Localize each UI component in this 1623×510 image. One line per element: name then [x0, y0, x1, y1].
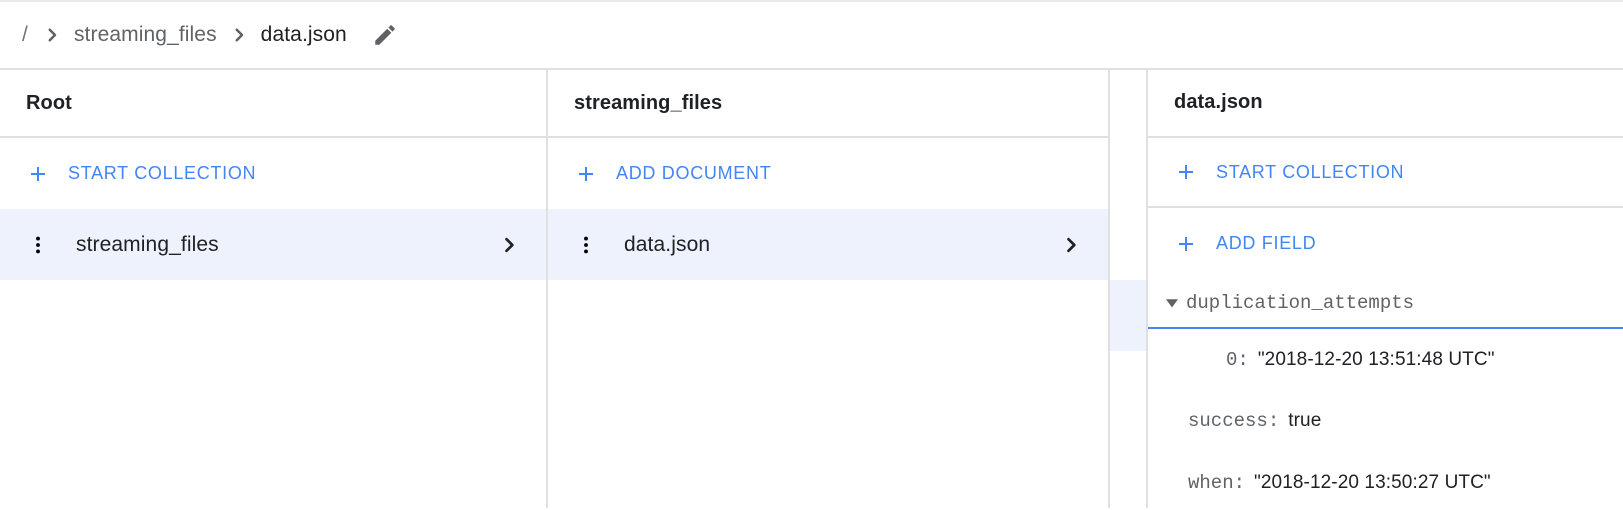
pencil-icon[interactable] — [363, 13, 407, 57]
start-collection-button-root[interactable]: START COLLECTION — [0, 138, 546, 209]
start-collection-label: START COLLECTION — [68, 163, 257, 183]
list-item-streaming-files[interactable]: streaming_files — [0, 209, 546, 280]
document-body: data.json START COLLECTION ADD FIELD dup… — [1146, 70, 1623, 508]
plus-icon — [26, 162, 50, 186]
list-item-data-json[interactable]: data.json — [548, 209, 1108, 280]
add-field-label: ADD FIELD — [1216, 233, 1317, 254]
field-row-array-item-0[interactable]: 0: "2018-12-20 13:51:48 UTC" — [1148, 335, 1623, 385]
plus-icon — [574, 162, 598, 186]
chevron-right-icon[interactable] — [498, 234, 520, 256]
panel-collection: streaming_files ADD DOCUMENT data.json — [546, 70, 1108, 508]
panel-root: Root START COLLECTION streaming_files — [0, 70, 546, 508]
kebab-menu-icon[interactable] — [26, 233, 50, 257]
plus-icon — [1174, 160, 1198, 184]
field-row-when[interactable]: when: "2018-12-20 13:50:27 UTC" — [1148, 458, 1623, 508]
add-field-button[interactable]: ADD FIELD — [1148, 208, 1623, 279]
start-collection-button-document[interactable]: START COLLECTION — [1148, 138, 1623, 209]
field-colon: : — [1267, 410, 1280, 433]
field-value: "2018-12-20 13:51:48 UTC" — [1257, 348, 1495, 370]
kebab-menu-icon[interactable] — [574, 233, 598, 257]
chevron-right-icon — [30, 13, 74, 57]
chevron-right-icon[interactable] — [1060, 234, 1082, 256]
panel-container: Root START COLLECTION streaming_files st… — [0, 70, 1623, 508]
breadcrumb-item-document[interactable]: data.json — [261, 23, 347, 47]
list-item-label: streaming_files — [76, 232, 219, 256]
breadcrumb-root[interactable]: / — [22, 23, 30, 47]
field-row-duplication-attempts[interactable]: duplication_attempts — [1148, 279, 1623, 329]
panel-header-document: data.json — [1148, 70, 1623, 138]
field-colon: : — [1233, 472, 1246, 495]
start-collection-label: START COLLECTION — [1216, 161, 1405, 182]
panel-title: data.json — [1174, 91, 1263, 114]
panel-header-collection: streaming_files — [548, 70, 1108, 138]
selection-indicator — [1110, 280, 1146, 351]
field-key: success — [1188, 410, 1268, 433]
panel-header-root: Root — [0, 70, 546, 138]
list-item-label: data.json — [624, 232, 711, 256]
panel-title: streaming_files — [574, 91, 723, 114]
field-key: duplication_attempts — [1186, 291, 1415, 314]
breadcrumb: / streaming_files data.json — [0, 0, 1623, 70]
breadcrumb-item-collection[interactable]: streaming_files — [74, 23, 217, 47]
panel-document: data.json START COLLECTION ADD FIELD dup… — [1108, 70, 1623, 508]
chevron-right-icon — [217, 13, 261, 57]
add-document-button[interactable]: ADD DOCUMENT — [548, 138, 1108, 209]
field-colon: : — [1237, 348, 1249, 371]
document-gutter — [1110, 70, 1146, 508]
field-key: when — [1188, 472, 1234, 495]
plus-icon — [1174, 232, 1198, 256]
caret-down-icon[interactable] — [1158, 289, 1186, 317]
field-value: "2018-12-20 13:50:27 UTC" — [1254, 472, 1491, 494]
panel-title: Root — [26, 91, 72, 114]
field-value: true — [1288, 410, 1322, 432]
add-document-label: ADD DOCUMENT — [616, 163, 772, 183]
field-key: 0 — [1226, 348, 1238, 371]
field-row-success[interactable]: success: true — [1148, 397, 1623, 447]
